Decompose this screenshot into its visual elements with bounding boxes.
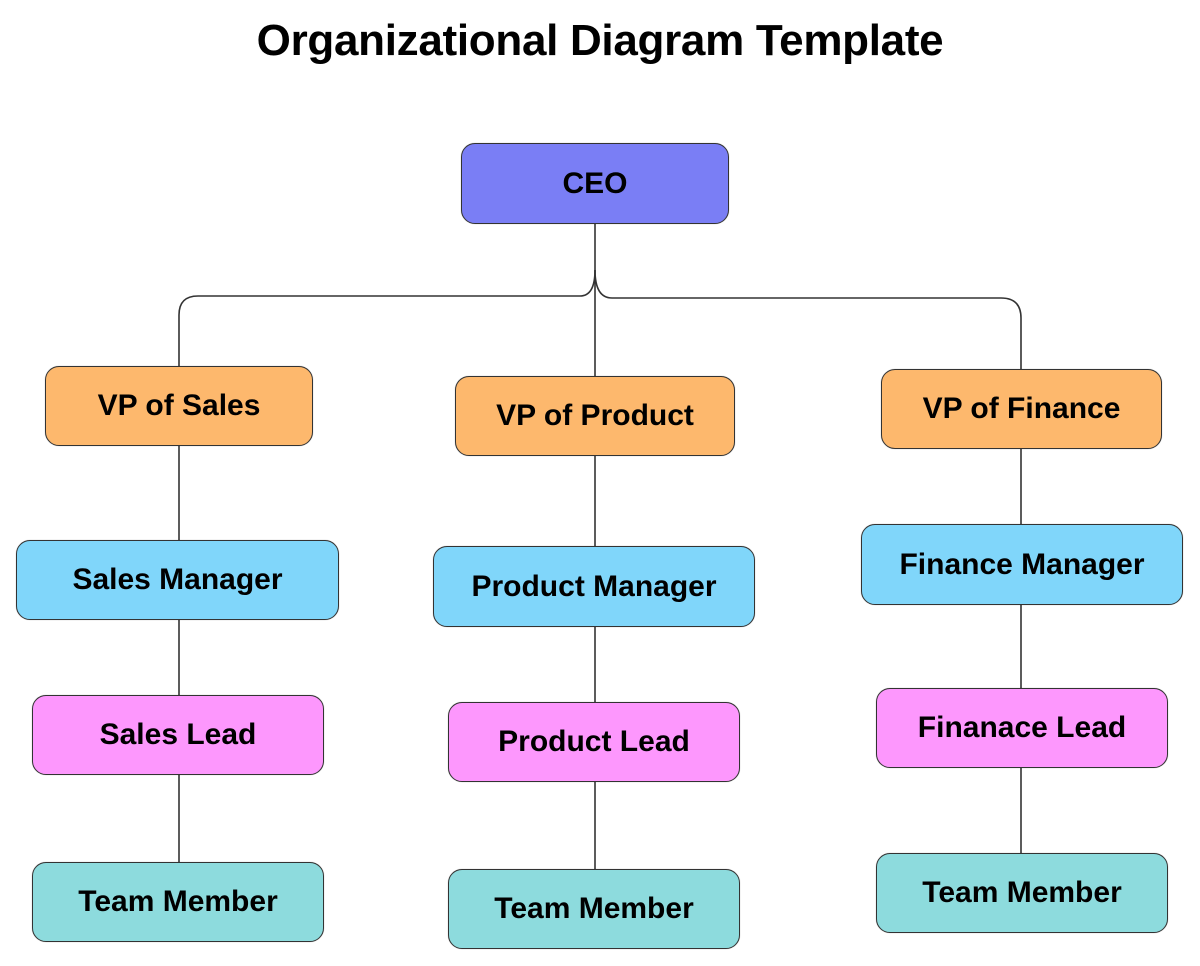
node-vp-finance[interactable]: VP of Finance — [881, 369, 1162, 449]
node-label: VP of Sales — [97, 389, 261, 422]
node-label: VP of Finance — [922, 392, 1121, 425]
node-sales-team-member[interactable]: Team Member — [32, 862, 324, 942]
node-product-manager[interactable]: Product Manager — [433, 546, 755, 627]
node-finance-lead[interactable]: Finanace Lead — [876, 688, 1168, 768]
node-label: Product Lead — [498, 725, 690, 758]
connector-ceo-to-vp-finance — [594, 269, 1022, 369]
node-label: VP of Product — [496, 399, 694, 432]
connector-ceo-to-vp-sales — [178, 269, 596, 366]
node-label: Finanace Lead — [917, 711, 1127, 744]
node-label: Team Member — [78, 885, 278, 918]
node-label: Team Member — [494, 892, 694, 925]
node-ceo[interactable]: CEO — [461, 143, 729, 224]
node-product-team-member[interactable]: Team Member — [448, 869, 740, 949]
node-product-lead[interactable]: Product Lead — [448, 702, 740, 782]
node-label: Product Manager — [471, 569, 717, 603]
node-finance-team-member[interactable]: Team Member — [876, 853, 1168, 933]
node-label: Finance Manager — [899, 547, 1145, 581]
node-vp-sales[interactable]: VP of Sales — [45, 366, 313, 446]
node-label: Team Member — [922, 876, 1122, 909]
node-label: Sales Lead — [99, 718, 257, 751]
node-finance-manager[interactable]: Finance Manager — [861, 524, 1183, 605]
node-sales-lead[interactable]: Sales Lead — [32, 695, 324, 775]
node-label: CEO — [562, 166, 628, 200]
node-sales-manager[interactable]: Sales Manager — [16, 540, 339, 620]
node-label: Sales Manager — [72, 563, 283, 596]
node-vp-product[interactable]: VP of Product — [455, 376, 735, 456]
